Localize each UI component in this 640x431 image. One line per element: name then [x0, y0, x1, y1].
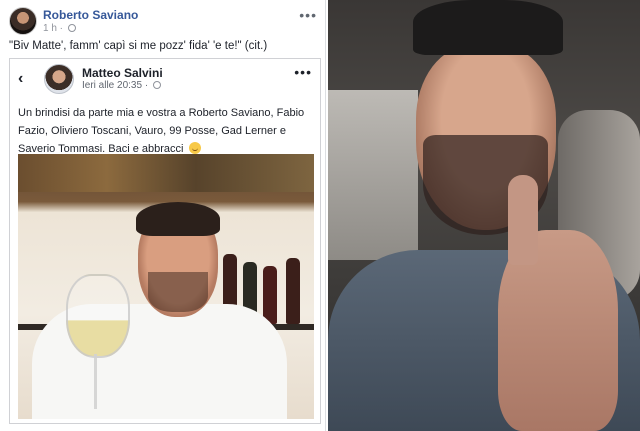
- shared-post-time: Ieri alle 20:35 ·: [82, 80, 149, 91]
- post-timestamp[interactable]: 1 h ·: [43, 23, 76, 34]
- facebook-post: Roberto Saviano 1 h · ••• "Biv Matte', f…: [0, 0, 326, 431]
- wine-glass-stem: [94, 354, 97, 409]
- reply-photo: [328, 0, 640, 431]
- post-text: "Biv Matte', famm' capì si me pozz' fida…: [9, 40, 268, 52]
- wine-glass: [66, 274, 130, 358]
- person-cap: [413, 0, 563, 55]
- person-beard: [148, 272, 208, 312]
- author-avatar[interactable]: [9, 7, 37, 35]
- more-icon[interactable]: •••: [299, 8, 317, 22]
- globe-icon: [152, 81, 161, 89]
- person-hair: [136, 202, 220, 236]
- wine-bottle: [263, 266, 277, 324]
- post-time[interactable]: 1 h ·: [43, 23, 63, 34]
- wine-bottle: [286, 258, 300, 324]
- raised-finger: [508, 175, 538, 265]
- shared-post-header: ‹ Matteo Salvini Ieri alle 20:35 · •••: [10, 59, 320, 103]
- shared-author-avatar: [44, 64, 74, 94]
- author-name[interactable]: Roberto Saviano: [43, 8, 138, 22]
- shared-more-icon: •••: [294, 64, 312, 80]
- post-header: Roberto Saviano 1 h · •••: [9, 6, 321, 36]
- toast-photo: [18, 154, 314, 419]
- smile-emoji-icon: [188, 142, 201, 154]
- shared-post-screenshot: ‹ Matteo Salvini Ieri alle 20:35 · ••• U…: [9, 58, 321, 424]
- shared-post-text: Un brindisi da parte mia e vostra a Robe…: [18, 104, 312, 158]
- shared-author-name: Matteo Salvini: [82, 66, 163, 80]
- back-arrow-icon: ‹: [18, 70, 24, 87]
- wall-painting: [18, 154, 314, 192]
- car-window: [328, 90, 418, 260]
- shared-post-timestamp: Ieri alle 20:35 ·: [82, 80, 161, 91]
- globe-icon: [67, 24, 76, 32]
- shared-post-body: Un brindisi da parte mia e vostra a Robe…: [18, 107, 305, 155]
